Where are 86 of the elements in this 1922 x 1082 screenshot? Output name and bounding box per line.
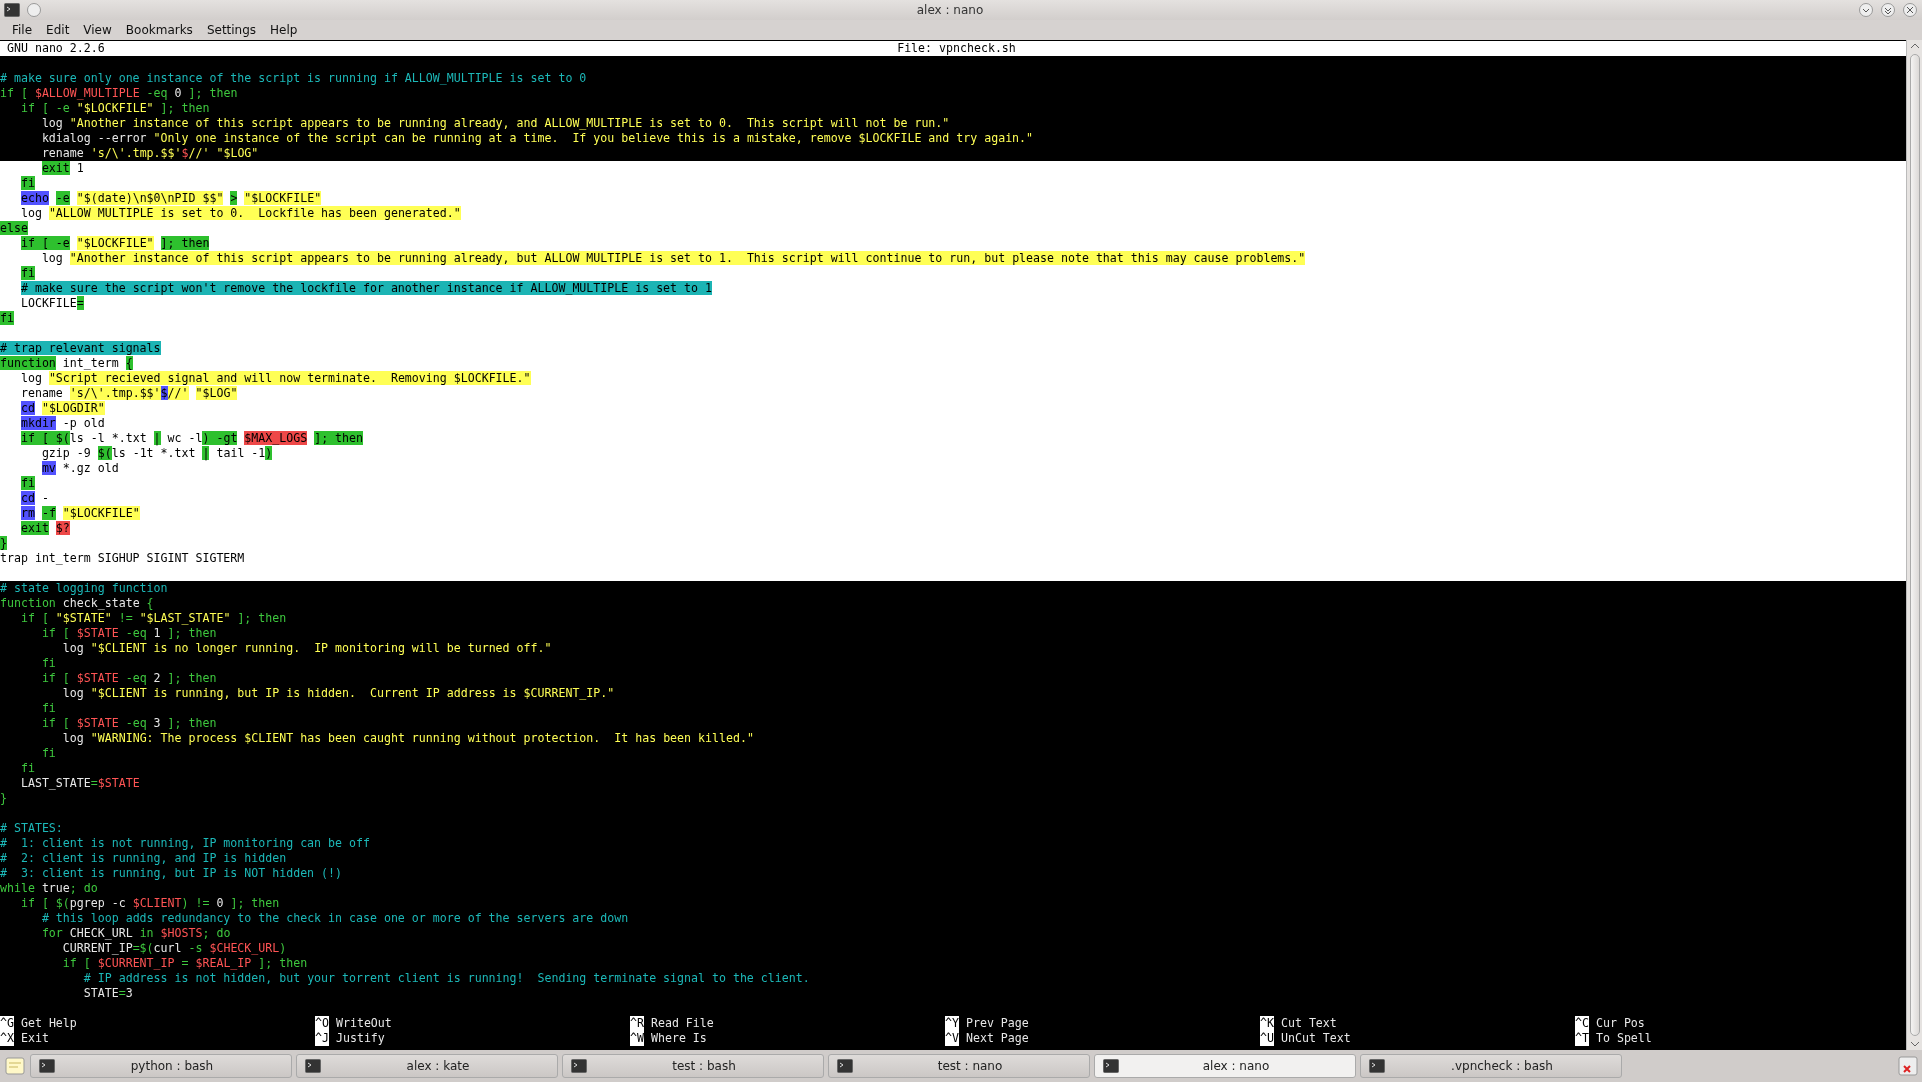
- code-line: # make sure only one instance of the script is running if ALLOW_MULTIPLE is set to 0: [0, 71, 588, 86]
- maximize-icon[interactable]: [1880, 2, 1896, 18]
- shortcut-key: ^C: [1575, 1016, 1589, 1031]
- code-line: # STATES:: [0, 821, 64, 836]
- shortcut-label: WriteOut: [335, 1016, 392, 1031]
- code-line: if [ -e "$LOCKFILE" ]; then: [19, 101, 211, 116]
- code-line: log "$CLIENT is running, but IP is hidden. Current IP address is $CURRENT_IP.": [61, 686, 616, 701]
- close-icon[interactable]: [1898, 1056, 1918, 1076]
- taskbar-tab[interactable]: alex : kate: [296, 1054, 558, 1078]
- code-line: rename 's/\'.tmp.$$'$//' "$LOG": [40, 146, 260, 161]
- code-line: fi: [19, 761, 36, 776]
- shortcut-label: Justify: [335, 1031, 385, 1046]
- code-line: STATE=3: [82, 986, 134, 1001]
- taskbar-tab[interactable]: python : bash: [30, 1054, 292, 1078]
- taskbar-tab[interactable]: test : bash: [562, 1054, 824, 1078]
- shortcut-key: ^J: [315, 1031, 329, 1046]
- code-line: kdialog --error "Only one instance of the script can be running at a time. If you believe this is a mistake, remove $LOCKFILE and try again.": [40, 131, 1035, 146]
- terminal-icon: [1369, 1059, 1385, 1073]
- shortcut-label: Next Page: [965, 1031, 1029, 1046]
- version-label: GNU nano 2.2.6: [7, 41, 106, 56]
- scrollbar[interactable]: [1906, 40, 1922, 1050]
- menu-item[interactable]: Bookmarks: [119, 22, 199, 38]
- shortcut-key: ^X: [0, 1031, 14, 1046]
- terminal-icon: [837, 1059, 853, 1073]
- code-line: if [ $ALLOW_MULTIPLE -eq 0 ]; then: [0, 86, 239, 101]
- taskbar-tab[interactable]: alex : nano: [1094, 1054, 1356, 1078]
- shortcut-key: ^R: [630, 1016, 644, 1031]
- menu-item[interactable]: Help: [264, 22, 304, 38]
- menu-item[interactable]: File: [6, 22, 39, 38]
- code-line: fi: [40, 701, 57, 716]
- shortcut-label: To Spell: [1595, 1031, 1652, 1046]
- shortcut-label: Prev Page: [965, 1016, 1029, 1031]
- code-line: # IP address is not hidden, but your torrent client is running! Sending terminate signal to the client.: [82, 971, 811, 986]
- code-line: # 2: client is running, and IP is hidden: [0, 851, 288, 866]
- menu-item[interactable]: View: [77, 22, 118, 38]
- menu-item[interactable]: Settings: [200, 22, 263, 38]
- shortcut-label: Cur Pos: [1595, 1016, 1645, 1031]
- shortcut-key: ^K: [1260, 1016, 1274, 1031]
- shortcut-key: ^T: [1575, 1031, 1589, 1046]
- code-line: log "WARNING: The process $CLIENT has been caught running without protection. It has been killed.": [61, 731, 755, 746]
- shortcut-label: Exit: [20, 1031, 49, 1046]
- terminal-icon: [39, 1059, 55, 1073]
- code-line: while true; do: [0, 881, 99, 896]
- code-line: LAST_STATE=$STATE: [19, 776, 141, 791]
- code-line: fi: [40, 746, 57, 761]
- code-line: CURRENT_IP=$(curl -s $CHECK_URL): [61, 941, 288, 956]
- code-line: # 1: client is not running, IP monitoring can be off: [0, 836, 371, 851]
- shortcut-key: ^U: [1260, 1031, 1274, 1046]
- shortcut-label: UnCut Text: [1280, 1031, 1351, 1046]
- code-line: for CHECK_URL in $HOSTS; do: [40, 926, 232, 941]
- code-line: if [ "$STATE" != "$LAST_STATE" ]; then: [19, 611, 288, 626]
- file-name: File: vpncheck.sh: [897, 41, 1016, 56]
- code-line: if [ $STATE -eq 3 ]; then: [40, 716, 218, 731]
- menu-item[interactable]: Edit: [40, 22, 76, 38]
- shortcut-key: ^G: [0, 1016, 14, 1031]
- code-line: # 3: client is running, but IP is NOT hidden (!): [0, 866, 344, 881]
- code-line: if [ $CURRENT_IP = $REAL_IP ]; then: [61, 956, 309, 971]
- scroll-down-icon[interactable]: [1909, 1040, 1920, 1048]
- code-line: if [ $(pgrep -c $CLIENT) != 0 ]; then: [19, 896, 281, 911]
- minimize-icon[interactable]: [1858, 2, 1874, 18]
- terminal-icon: [4, 3, 20, 17]
- code-line: }: [0, 791, 8, 806]
- shortcut-key: ^W: [630, 1031, 644, 1046]
- taskbar-tab[interactable]: test : nano: [828, 1054, 1090, 1078]
- code-line: log "$CLIENT is no longer running. IP monitoring will be turned off.": [61, 641, 553, 656]
- terminal-icon: [571, 1059, 587, 1073]
- shortcut-key: ^Y: [945, 1016, 959, 1031]
- terminal-icon: [1103, 1059, 1119, 1073]
- code-line: fi: [40, 656, 57, 671]
- shortcut-label: Get Help: [20, 1016, 77, 1031]
- terminal-icon: [305, 1059, 321, 1073]
- shortcut-label: Where Is: [650, 1031, 707, 1046]
- scroll-up-icon[interactable]: [1909, 42, 1920, 50]
- shortcut-key: ^O: [315, 1016, 329, 1031]
- close-icon[interactable]: [1902, 2, 1918, 18]
- code-line: # state logging function: [0, 581, 169, 596]
- shortcut-key: ^V: [945, 1031, 959, 1046]
- code-line: if [ $STATE -eq 2 ]; then: [40, 671, 218, 686]
- code-line: if [ $STATE -eq 1 ]; then: [40, 626, 218, 641]
- code-line: # this loop adds redundancy to the check in case one or more of the servers are down: [40, 911, 630, 926]
- taskbar-tab[interactable]: .vpncheck : bash: [1360, 1054, 1622, 1078]
- shortcut-label: Read File: [650, 1016, 714, 1031]
- code-line: function check_state {: [0, 596, 155, 611]
- code-line: log "Another instance of this script appears to be running already, and ALLOW_MULTIPLE is set to 0. This script will not be run.": [40, 116, 951, 131]
- window-title: alex : nano: [915, 3, 985, 17]
- shortcut-label: Cut Text: [1280, 1016, 1337, 1031]
